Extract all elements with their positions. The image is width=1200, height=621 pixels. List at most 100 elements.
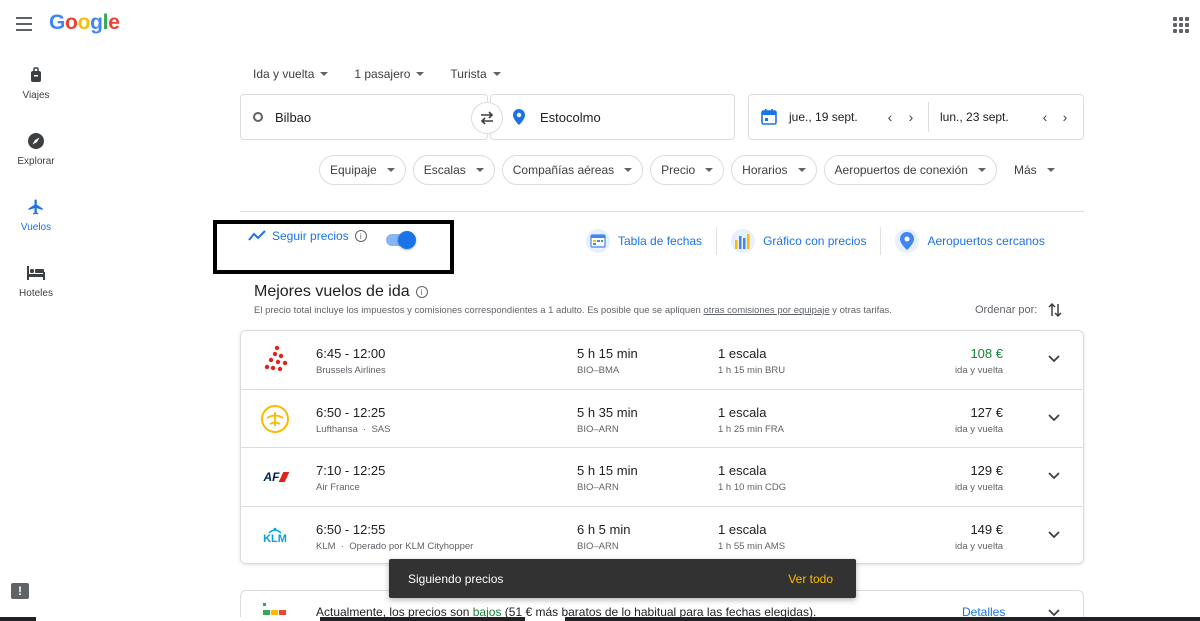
prev-date-icon[interactable]: ‹ <box>1038 109 1052 125</box>
caret-down-icon <box>416 72 425 76</box>
info-icon[interactable]: i <box>354 230 367 242</box>
flight-times: 7:10 - 12:25 <box>316 463 386 478</box>
origin-value: Bilbao <box>275 109 312 125</box>
air-france-logo: AF <box>259 461 291 493</box>
caret-down-icon <box>705 168 714 172</box>
destination-field[interactable]: Estocolmo <box>490 94 735 140</box>
price-graph-button[interactable]: Gráfico con precios <box>717 226 880 256</box>
luggage-icon <box>31 67 41 82</box>
track-prices[interactable]: Seguir precios i <box>248 229 367 243</box>
passengers-select[interactable]: 1 pasajero <box>354 67 425 81</box>
flight-duration: 5 h 15 min <box>577 346 638 361</box>
track-prices-label: Seguir precios <box>272 229 349 243</box>
flight-duration: 5 h 15 min <box>577 463 638 478</box>
price-level-icon <box>263 603 286 615</box>
airline-name: Lufthansa · SAS <box>316 423 391 435</box>
flight-times: 6:50 - 12:25 <box>316 404 386 420</box>
apps-grid-icon[interactable] <box>1173 17 1189 33</box>
chevron-down-icon[interactable] <box>1047 527 1061 541</box>
flight-route: BIO–ARN <box>577 482 619 493</box>
passengers-value: 1 pasajero <box>354 67 411 81</box>
flight-row[interactable]: 6:45 - 12:00 Brussels Airlines 5 h 15 mi… <box>241 331 1083 390</box>
flight-layover: 1 h 15 min BRU <box>718 365 786 376</box>
sort-icon[interactable] <box>1047 302 1063 318</box>
flight-layover: 1 h 10 min CDG <box>718 482 787 493</box>
flight-row[interactable]: KLM 6:50 - 12:55 KLM · Operado por KLM C… <box>241 507 1083 564</box>
airline-name: Air France <box>316 482 360 493</box>
chip-label: Escalas <box>423 163 466 177</box>
date-grid-label: Tabla de fechas <box>618 234 703 248</box>
tools-bar: Tabla de fechas Gráfico con precios Aero… <box>586 226 1059 256</box>
chip-label: Más <box>1013 163 1037 177</box>
feedback-icon[interactable]: ! <box>11 583 29 599</box>
filter-chips: Equipaje Escalas Compañías aéreas Precio… <box>319 155 1065 185</box>
nav-label: Explorar <box>17 156 55 167</box>
caret-down-icon <box>797 168 806 172</box>
baggage-fees-link[interactable]: otras comisiones por equipaje <box>703 305 829 316</box>
main-menu-icon[interactable] <box>16 14 38 32</box>
flight-stops: 1 escala <box>718 404 767 420</box>
nav-item-explorar[interactable]: Explorar <box>0 121 72 187</box>
flight-row[interactable]: AF 7:10 - 12:25 Air France 5 h 15 min BI… <box>241 448 1083 507</box>
top-bar: Google <box>0 0 1200 50</box>
swap-button[interactable] <box>471 102 503 134</box>
filter-escalas[interactable]: Escalas <box>412 155 495 185</box>
disclaimer-text: El precio total incluye los impuestos y … <box>254 305 704 316</box>
filter-aerolineas[interactable]: Compañías aéreas <box>501 155 644 185</box>
flight-row[interactable]: 6:50 - 12:25 Lufthansa · SAS 5 h 35 min … <box>241 390 1083 448</box>
snackbar: Siguiendo precios Ver todo <box>389 559 856 598</box>
track-prices-toggle[interactable] <box>386 231 416 249</box>
nav-item-viajes[interactable]: Viajes <box>0 55 72 121</box>
origin-field[interactable]: Bilbao <box>240 94 488 140</box>
chevron-down-icon[interactable] <box>1047 410 1061 424</box>
google-logo[interactable]: Google <box>49 11 120 35</box>
flight-results-list: 6:45 - 12:00 Brussels Airlines 5 h 15 mi… <box>240 330 1084 564</box>
filter-aeropuertos-conexion[interactable]: Aeropuertos de conexión <box>823 155 997 185</box>
compass-icon <box>28 133 44 149</box>
filter-precio[interactable]: Precio <box>650 155 725 185</box>
flight-route: BIO–ARN <box>577 540 619 552</box>
flight-times: 6:45 - 12:00 <box>316 346 386 361</box>
sort-label: Ordenar por: <box>975 304 1038 316</box>
info-icon[interactable]: i <box>415 286 428 298</box>
swap-arrows-icon <box>480 111 494 125</box>
caret-down-icon <box>492 72 501 76</box>
caret-down-icon <box>1046 168 1055 172</box>
flight-price: 127 € <box>970 404 1003 420</box>
date-grid-button[interactable]: Tabla de fechas <box>586 226 716 256</box>
nearby-airports-label: Aeropuertos cercanos <box>927 234 1045 248</box>
filter-horarios[interactable]: Horarios <box>731 155 817 185</box>
nav-item-vuelos[interactable]: Vuelos <box>0 187 72 253</box>
bed-icon <box>27 266 45 280</box>
cabin-select[interactable]: Turista <box>450 67 501 81</box>
flight-route: BIO–BMA <box>577 365 620 376</box>
nearby-airports-button[interactable]: Aeropuertos cercanos <box>881 226 1058 256</box>
caret-down-icon <box>320 72 329 76</box>
chevron-down-icon[interactable] <box>1047 351 1061 365</box>
map-pin-icon <box>895 229 920 253</box>
depart-date-field[interactable]: jue., 19 sept. ‹ › <box>749 102 929 132</box>
filter-mas[interactable]: Más <box>1003 155 1065 185</box>
nav-item-hoteles[interactable]: Hoteles <box>0 253 72 319</box>
caret-down-icon <box>977 168 986 172</box>
cabin-value: Turista <box>450 67 487 81</box>
results-title: Mejores vuelos de ida i <box>254 283 428 301</box>
trip-type-select[interactable]: Ida y vuelta <box>253 67 329 81</box>
next-date-icon[interactable]: › <box>904 109 918 125</box>
flight-price: 129 € <box>970 463 1003 478</box>
origin-circle-icon <box>253 112 263 122</box>
price-disclaimer: El precio total incluye los impuestos y … <box>254 305 892 316</box>
chip-label: Compañías aéreas <box>512 163 615 177</box>
disclaimer-text: y otras tarifas. <box>829 305 892 316</box>
next-date-icon[interactable]: › <box>1058 109 1072 125</box>
prev-date-icon[interactable]: ‹ <box>883 109 897 125</box>
chip-label: Precio <box>661 163 696 177</box>
lufthansa-logo <box>259 403 291 435</box>
caret-down-icon <box>624 168 633 172</box>
see-all-button[interactable]: Ver todo <box>788 572 833 586</box>
return-date-field[interactable]: lun., 23 sept. ‹ › <box>929 95 1083 139</box>
flight-duration: 5 h 35 min <box>577 404 638 420</box>
chevron-down-icon[interactable] <box>1047 468 1061 482</box>
return-date-value: lun., 23 sept. <box>940 110 1009 124</box>
filter-equipaje[interactable]: Equipaje <box>319 155 406 185</box>
